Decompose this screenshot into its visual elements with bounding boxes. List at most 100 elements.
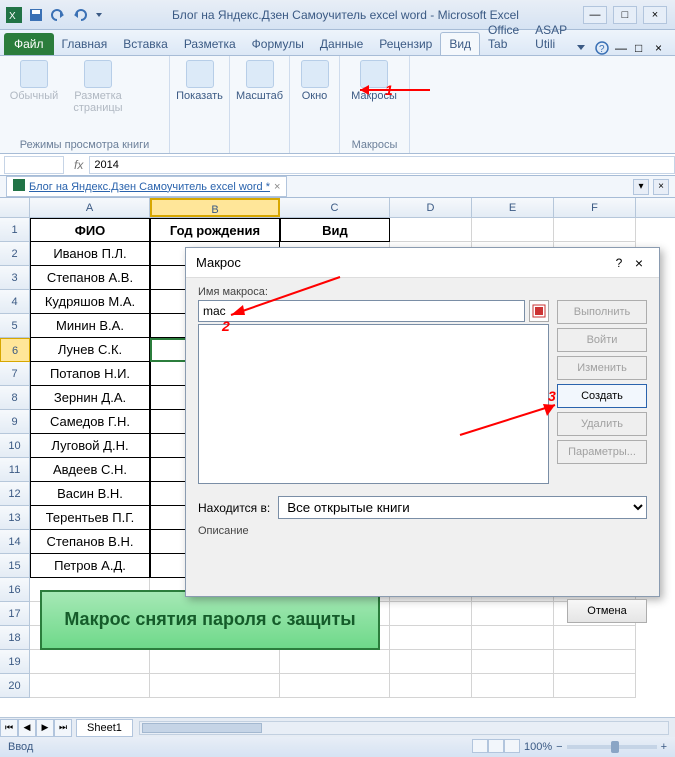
row-header[interactable]: 3 (0, 266, 30, 290)
cell-fio[interactable]: Потапов Н.И. (30, 362, 150, 386)
location-select[interactable]: Все открытые книги (278, 496, 647, 519)
zoom-in-button[interactable]: + (661, 741, 667, 753)
maximize-button[interactable]: □ (613, 6, 637, 24)
tab-insert[interactable]: Вставка (115, 33, 176, 55)
document-tab[interactable]: Блог на Яндекс.Дзен Самоучитель excel wo… (6, 176, 287, 197)
header-kind[interactable]: Вид (280, 218, 390, 242)
row-header[interactable]: 7 (0, 362, 30, 386)
row-header[interactable]: 15 (0, 554, 30, 578)
header-fio[interactable]: ФИО (30, 218, 150, 242)
col-header-E[interactable]: E (472, 198, 554, 217)
row-header[interactable]: 14 (0, 530, 30, 554)
dialog-help-button[interactable]: ? (609, 256, 629, 270)
undo-icon[interactable] (50, 7, 66, 23)
view-normal-button[interactable]: Обычный (6, 60, 62, 102)
doc-close-icon[interactable]: × (655, 41, 669, 55)
document-tab-close[interactable]: × (274, 181, 280, 193)
location-label: Находится в: (198, 501, 270, 515)
col-header-F[interactable]: F (554, 198, 636, 217)
formula-input[interactable] (89, 156, 675, 174)
minimize-button[interactable]: — (583, 6, 607, 24)
save-icon[interactable] (28, 7, 44, 23)
row-header[interactable]: 19 (0, 650, 30, 674)
dialog-close-button[interactable]: × (629, 255, 649, 271)
row-header[interactable]: 9 (0, 410, 30, 434)
row-header[interactable]: 18 (0, 626, 30, 650)
row-header[interactable]: 2 (0, 242, 30, 266)
ribbon-minimize-icon[interactable] (575, 41, 589, 55)
row-header[interactable]: 4 (0, 290, 30, 314)
row-header[interactable]: 10 (0, 434, 30, 458)
row-header[interactable]: 20 (0, 674, 30, 698)
col-header-D[interactable]: D (390, 198, 472, 217)
cancel-button[interactable]: Отмена (567, 599, 647, 623)
zoom-level[interactable]: 100% (524, 741, 552, 753)
row-header[interactable]: 16 (0, 578, 30, 602)
file-tab[interactable]: Файл (4, 33, 54, 55)
tab-review[interactable]: Рецензир (371, 33, 440, 55)
sheet-nav-first[interactable]: ⏮ (0, 719, 18, 737)
tab-home[interactable]: Главная (54, 33, 116, 55)
macro-refedit-button[interactable] (529, 300, 549, 322)
tab-formulas[interactable]: Формулы (244, 33, 312, 55)
zoom-out-button[interactable]: − (556, 741, 562, 753)
close-button[interactable]: × (643, 6, 667, 24)
view-break-icon[interactable] (504, 739, 520, 753)
window-button[interactable]: Окно (296, 60, 333, 102)
row-header[interactable]: 13 (0, 506, 30, 530)
cell-fio[interactable]: Кудряшов М.А. (30, 290, 150, 314)
select-all-corner[interactable] (0, 198, 30, 217)
col-header-C[interactable]: C (280, 198, 390, 217)
tab-officetab[interactable]: Office Tab (480, 19, 527, 55)
cell-fio[interactable]: Иванов П.Л. (30, 242, 150, 266)
row-header[interactable]: 17 (0, 602, 30, 626)
doc-minimize-icon[interactable]: — (615, 41, 629, 55)
doctab-dropdown-icon[interactable]: ▾ (633, 179, 649, 195)
view-layout-icon[interactable] (488, 739, 504, 753)
row-header[interactable]: 12 (0, 482, 30, 506)
zoom-slider[interactable] (567, 745, 657, 749)
row-header[interactable]: 6 (0, 338, 30, 362)
qat-dropdown-icon[interactable] (94, 7, 110, 23)
horizontal-scrollbar[interactable] (139, 721, 669, 735)
tab-view[interactable]: Вид (440, 32, 480, 55)
doc-restore-icon[interactable]: □ (635, 41, 649, 55)
create-button[interactable]: Создать (557, 384, 647, 408)
help-icon[interactable]: ? (595, 41, 609, 55)
sheet-tab[interactable]: Sheet1 (76, 719, 133, 737)
cell-fio[interactable]: Лунев С.К. (30, 338, 150, 362)
tab-layout[interactable]: Разметка (176, 33, 244, 55)
cell-fio[interactable]: Васин В.Н. (30, 482, 150, 506)
sheet-nav-prev[interactable]: ◀ (18, 719, 36, 737)
cell-fio[interactable]: Самедов Г.Н. (30, 410, 150, 434)
sheet-nav-last[interactable]: ⏭ (54, 719, 72, 737)
cell-fio[interactable]: Степанов В.Н. (30, 530, 150, 554)
row-header[interactable]: 5 (0, 314, 30, 338)
row-header[interactable]: 1 (0, 218, 30, 242)
header-year[interactable]: Год рождения (150, 218, 280, 242)
tab-asap[interactable]: ASAP Utili (527, 19, 575, 55)
document-tab-name[interactable]: Блог на Яндекс.Дзен Самоучитель excel wo… (29, 181, 270, 193)
cell-fio[interactable]: Зернин Д.А. (30, 386, 150, 410)
cell-fio[interactable]: Минин В.А. (30, 314, 150, 338)
show-button[interactable]: Показать (176, 60, 223, 102)
row-header[interactable]: 8 (0, 386, 30, 410)
tab-data[interactable]: Данные (312, 33, 371, 55)
doctab-close-all-icon[interactable]: × (653, 179, 669, 195)
row-header[interactable]: 11 (0, 458, 30, 482)
view-page-layout-button[interactable]: Разметка страницы (70, 60, 126, 114)
fx-icon[interactable]: fx (68, 158, 89, 172)
col-header-B[interactable]: B (150, 198, 280, 217)
cell-fio[interactable]: Терентьев П.Г. (30, 506, 150, 530)
cell-fio[interactable]: Луговой Д.Н. (30, 434, 150, 458)
name-box[interactable] (4, 156, 64, 174)
sheet-nav-next[interactable]: ▶ (36, 719, 54, 737)
annotation-arrow-2 (225, 275, 345, 320)
view-normal-icon[interactable] (472, 739, 488, 753)
col-header-A[interactable]: A (30, 198, 150, 217)
cell-fio[interactable]: Степанов А.В. (30, 266, 150, 290)
cell-fio[interactable]: Петров А.Д. (30, 554, 150, 578)
cell-fio[interactable]: Авдеев С.Н. (30, 458, 150, 482)
redo-icon[interactable] (72, 7, 88, 23)
zoom-button[interactable]: Масштаб (236, 60, 283, 102)
